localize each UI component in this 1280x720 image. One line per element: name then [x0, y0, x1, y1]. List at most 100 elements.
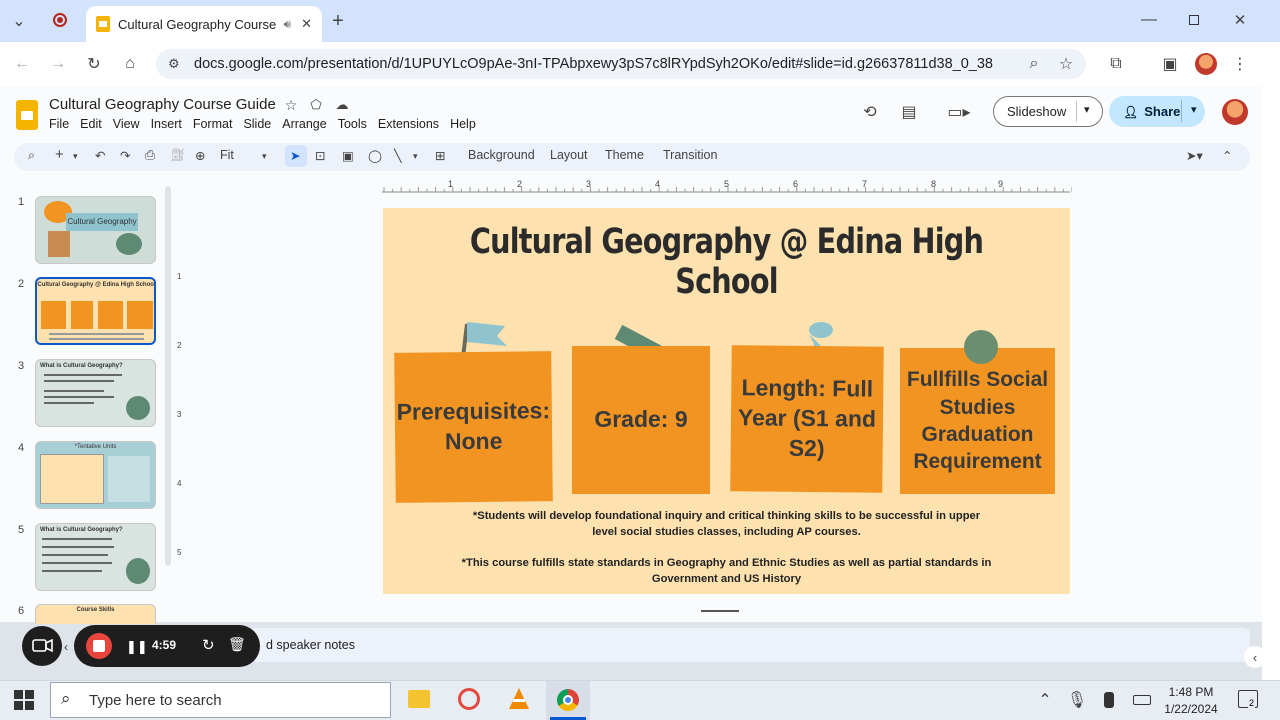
slides-logo-icon[interactable]	[16, 100, 38, 130]
shape-icon[interactable]: ◯	[368, 148, 382, 163]
record-indicator-icon[interactable]	[53, 13, 67, 27]
info-card-graduation[interactable]: Fullfills Social Studies Graduation Requ…	[900, 348, 1055, 494]
url-omnibox[interactable]: ⚙︎ docs.google.com/presentation/d/1UPUYL…	[156, 49, 1086, 79]
zoom-dropdown-icon[interactable]: ▾	[262, 151, 267, 162]
slide-thumbnail-4[interactable]: *Tentative Units	[35, 441, 156, 509]
close-tab-icon[interactable]: ✕	[301, 16, 312, 32]
site-info-icon[interactable]: ⚙︎	[168, 56, 180, 72]
new-slide-dropdown-icon[interactable]: ▾	[73, 151, 78, 162]
slide-thumbnail-3[interactable]: What is Cultural Geography?	[35, 359, 156, 427]
info-card-length[interactable]: Length: Full Year (S1 and S2)	[730, 345, 884, 493]
zoom-level[interactable]: Fit	[220, 148, 234, 162]
share-dropdown-icon[interactable]: ▾	[1191, 103, 1197, 116]
slideshow-dropdown-icon[interactable]: ▾	[1084, 103, 1090, 116]
slide-title[interactable]: Cultural Geography @ Edina High School	[445, 222, 1008, 302]
slide-thumbnail-1[interactable]: Cultural Geography	[35, 196, 156, 264]
maximize-window-icon[interactable]	[1189, 15, 1199, 25]
zoom-lens-icon[interactable]: ⌕	[1024, 54, 1044, 74]
image-icon[interactable]: ▣	[342, 148, 354, 163]
delete-icon[interactable]: 🗑︎	[228, 636, 246, 653]
zoom-icon[interactable]: ⊕	[195, 148, 205, 163]
document-title[interactable]: Cultural Geography Course Guide	[49, 96, 276, 113]
profile-avatar[interactable]	[1195, 53, 1217, 75]
comments-icon[interactable]: ▤	[898, 102, 920, 122]
speaker-audio-icon[interactable]: 🔊︎	[284, 17, 292, 32]
select-cursor-icon[interactable]: ➤	[290, 148, 300, 163]
taskbar-clock[interactable]: 1:48 PM 1/22/2024	[1160, 684, 1222, 718]
menu-slide[interactable]: Slide	[243, 117, 282, 131]
home-icon[interactable]: ⌂	[120, 54, 140, 74]
pointer-mode-icon[interactable]: ➤▾	[1186, 148, 1203, 163]
version-history-icon[interactable]: ⟲	[859, 102, 881, 122]
close-window-icon[interactable]: ✕	[1231, 10, 1249, 30]
slide-thumbnail-6[interactable]: Course Skills	[35, 604, 156, 624]
side-panel-icon[interactable]: ▣	[1160, 54, 1180, 74]
pause-icon[interactable]: ❚❚	[126, 639, 148, 655]
line-icon[interactable]: ╲	[394, 148, 402, 163]
menu-help[interactable]: Help	[450, 117, 487, 131]
tab-search-chevron-icon[interactable]: ⌄	[8, 10, 30, 32]
menu-edit[interactable]: Edit	[80, 117, 113, 131]
move-to-drive-icon[interactable]: ⬠	[308, 97, 324, 113]
footnote-1[interactable]: *Students will develop foundational inqu…	[383, 508, 1070, 540]
usb-device-icon[interactable]	[1104, 692, 1114, 708]
background-button[interactable]: Background	[468, 148, 535, 162]
search-menus-icon[interactable]: ⌕	[28, 148, 35, 163]
new-slide-icon[interactable]: +	[55, 146, 64, 163]
info-card-prerequisites[interactable]: Prerequisites: None	[394, 351, 553, 503]
menu-arrange[interactable]: Arrange	[282, 117, 337, 131]
reload-icon[interactable]: ↻	[84, 54, 104, 74]
account-avatar[interactable]	[1222, 99, 1248, 125]
show-hidden-icons-icon[interactable]: ⌃	[1036, 690, 1054, 710]
browser-tab-active[interactable]: Cultural Geography Course 🔊︎ ✕	[86, 6, 322, 42]
slide-thumbnail-5[interactable]: What is Cultural Geography?	[35, 523, 156, 591]
menu-file[interactable]: File	[49, 117, 80, 131]
star-icon[interactable]: ☆	[283, 97, 299, 113]
print-icon[interactable]: ⎙	[145, 148, 155, 163]
bookmark-star-icon[interactable]: ☆	[1056, 54, 1076, 74]
snipping-tool-icon[interactable]	[458, 688, 480, 710]
layout-button[interactable]: Layout	[550, 148, 588, 162]
textbox-icon[interactable]: ⊡	[315, 148, 325, 163]
slide-thumbnail-2[interactable]: Cultural Geography @ Edina High School	[35, 277, 156, 345]
notifications-icon[interactable]: 2	[1238, 690, 1258, 708]
notes-resize-handle[interactable]	[701, 610, 739, 612]
menu-insert[interactable]: Insert	[151, 117, 193, 131]
show-side-panel-icon[interactable]: ‹	[1244, 646, 1266, 668]
extensions-icon[interactable]: ⧉	[1106, 54, 1126, 74]
menu-view[interactable]: View	[113, 117, 151, 131]
slideshow-button[interactable]: Slideshow ▾	[993, 96, 1103, 127]
info-card-grade[interactable]: Grade: 9	[572, 346, 710, 494]
undo-icon[interactable]: ↶	[95, 148, 105, 163]
back-icon[interactable]: ←	[12, 54, 32, 74]
microphone-icon[interactable]: 🎙︎	[1067, 690, 1087, 710]
filmstrip-scrollbar[interactable]	[165, 186, 171, 566]
insert-comment-icon[interactable]: ⊞	[435, 148, 445, 163]
battery-icon[interactable]	[1133, 695, 1151, 705]
menu-format[interactable]: Format	[193, 117, 244, 131]
menu-extensions[interactable]: Extensions	[378, 117, 450, 131]
menu-tools[interactable]: Tools	[338, 117, 378, 131]
file-explorer-icon[interactable]	[408, 690, 430, 708]
new-tab-icon[interactable]: +	[328, 10, 348, 32]
meet-camera-icon[interactable]: ▭▸	[942, 102, 976, 122]
restart-icon[interactable]: ↻	[202, 636, 215, 654]
current-slide[interactable]: Cultural Geography @ Edina High School P…	[383, 208, 1070, 594]
chrome-taskbar-active[interactable]	[546, 681, 590, 720]
transition-button[interactable]: Transition	[663, 148, 717, 162]
recorder-collapse-icon[interactable]: ‹	[64, 640, 68, 654]
redo-icon[interactable]: ↷	[120, 148, 130, 163]
speaker-notes[interactable]: d speaker notes	[250, 628, 1250, 662]
vlc-icon[interactable]	[508, 687, 530, 711]
stop-recording-button[interactable]	[86, 633, 112, 659]
recorder-camera-button[interactable]	[22, 626, 62, 666]
line-dropdown-icon[interactable]: ▾	[413, 151, 418, 162]
paint-format-icon[interactable]: ⛽︎	[170, 148, 186, 163]
forward-icon[interactable]: →	[48, 54, 68, 74]
windows-start-icon[interactable]	[14, 690, 34, 710]
collapse-toolbar-icon[interactable]: ⌃	[1222, 148, 1232, 163]
minimize-window-icon[interactable]: —	[1140, 10, 1158, 30]
browser-menu-icon[interactable]: ⋮	[1232, 54, 1248, 74]
share-button[interactable]: 👤︎ Share ▾	[1109, 96, 1205, 127]
footnote-2[interactable]: *This course fulfills state standards in…	[383, 555, 1070, 587]
